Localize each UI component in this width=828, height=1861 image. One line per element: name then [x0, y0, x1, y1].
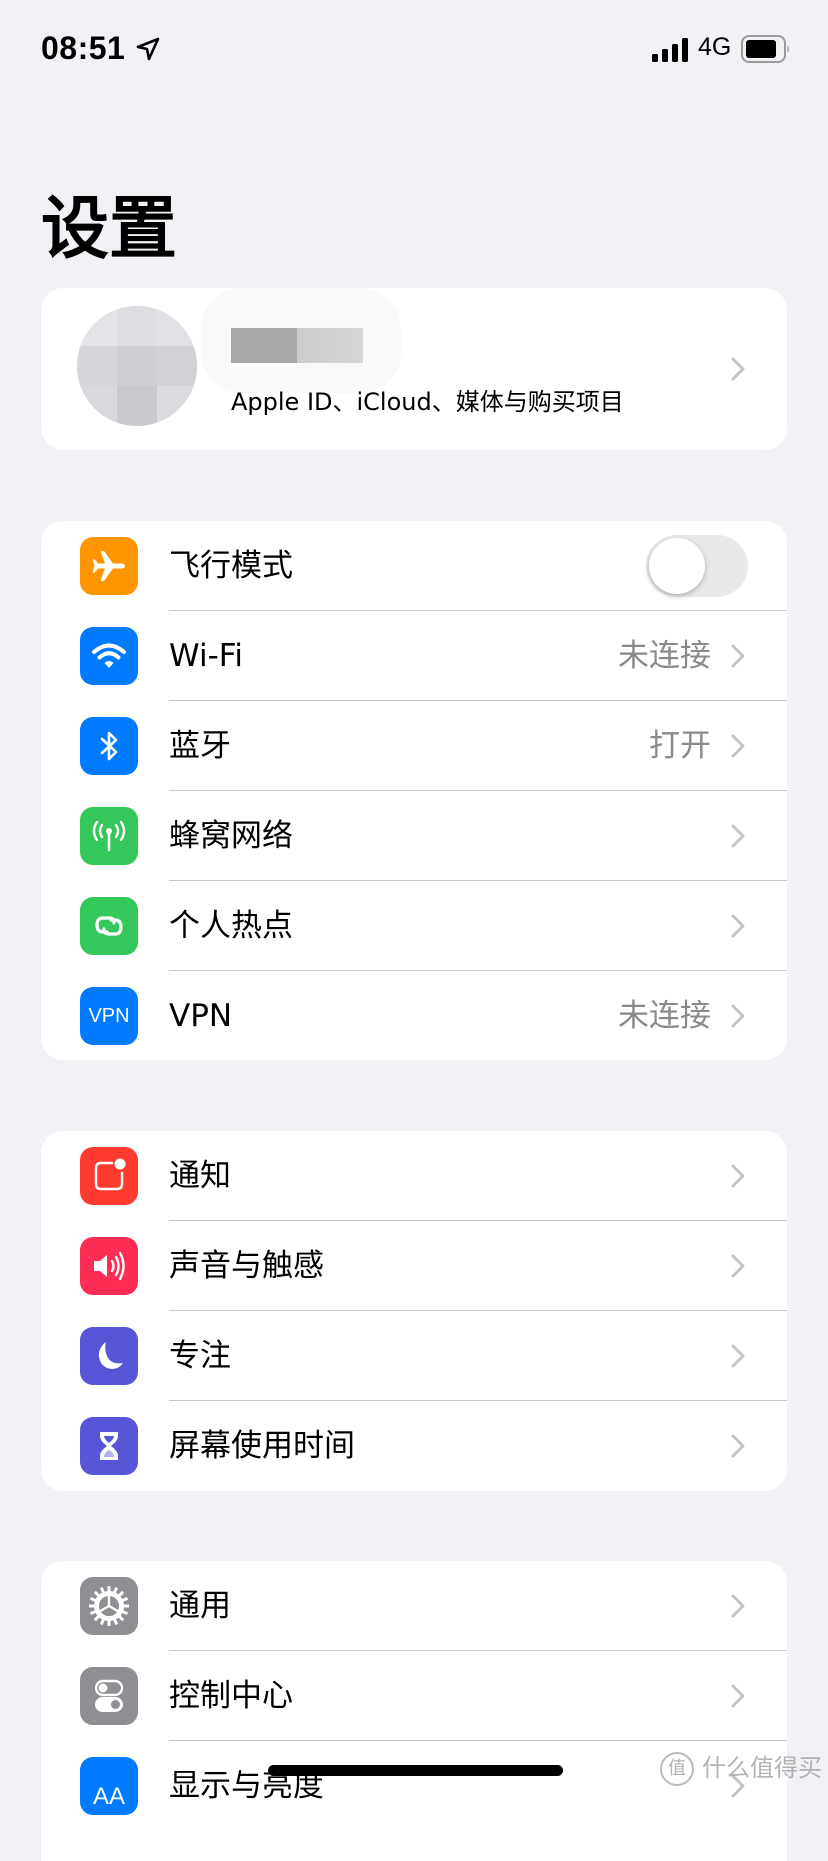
row-label: 控制中心: [169, 1678, 293, 1714]
row-label: 显示与亮度: [169, 1768, 324, 1804]
chevron-right-icon: [731, 1434, 745, 1458]
speaker-icon: [80, 1237, 138, 1295]
chevron-right-icon: [731, 1684, 745, 1708]
settings-row-sounds-haptics[interactable]: 声音与触感: [41, 1221, 787, 1311]
row-value: 未连接: [618, 638, 711, 674]
gear-icon: [80, 1577, 138, 1635]
settings-row-screen-time[interactable]: 屏幕使用时间: [41, 1401, 787, 1491]
settings-row-notifications[interactable]: 通知: [41, 1131, 787, 1221]
chevron-right-icon: [731, 644, 745, 668]
row-label: 屏幕使用时间: [169, 1428, 355, 1464]
page-title: 设置: [41, 190, 178, 269]
settings-row-focus[interactable]: 专注: [41, 1311, 787, 1401]
row-label: 通用: [169, 1588, 231, 1624]
notification-icon: [80, 1147, 138, 1205]
cellular-antenna-icon: [80, 807, 138, 865]
wifi-icon: [80, 627, 138, 685]
location-arrow-icon: [136, 37, 160, 61]
status-bar: 08:51 4G: [0, 0, 828, 100]
row-label: 蜂窝网络: [169, 818, 293, 854]
settings-row-control-center[interactable]: 控制中心: [41, 1651, 787, 1741]
status-time: 08:51: [41, 30, 126, 66]
row-label: 个人热点: [169, 908, 293, 944]
settings-row-bluetooth[interactable]: 蓝牙 打开: [41, 701, 787, 791]
row-label: 飞行模式: [169, 548, 293, 584]
text-size-icon: AA: [80, 1757, 138, 1815]
row-label: 专注: [169, 1338, 231, 1374]
airplane-mode-toggle[interactable]: [646, 535, 748, 597]
row-label: 蓝牙: [169, 728, 231, 764]
apple-id-card[interactable]: Apple ID、iCloud、媒体与购买项目: [41, 288, 787, 450]
cellular-signal-icon: [652, 38, 688, 62]
row-value: 未连接: [618, 998, 711, 1034]
vpn-icon: VPN: [80, 987, 138, 1045]
row-label: 声音与触感: [169, 1248, 324, 1284]
settings-section-general: 通用 控制中心 AA 显示与亮度: [41, 1561, 787, 1861]
row-value: 打开: [649, 728, 711, 764]
toggle-knob: [649, 538, 705, 594]
settings-row-vpn[interactable]: VPN VPN 未连接: [41, 971, 787, 1060]
apple-id-subtitle: Apple ID、iCloud、媒体与购买项目: [231, 388, 624, 416]
chevron-right-icon: [731, 1344, 745, 1368]
chevron-right-icon: [731, 824, 745, 848]
chevron-right-icon: [731, 357, 745, 381]
chevron-right-icon: [731, 914, 745, 938]
home-indicator[interactable]: [268, 1765, 563, 1776]
settings-row-wifi[interactable]: Wi-Fi 未连接: [41, 611, 787, 701]
switches-icon: [80, 1667, 138, 1725]
hotspot-link-icon: [80, 897, 138, 955]
network-type: 4G: [698, 33, 732, 61]
chevron-right-icon: [731, 734, 745, 758]
row-label: 通知: [169, 1158, 231, 1194]
settings-row-personal-hotspot[interactable]: 个人热点: [41, 881, 787, 971]
account-name-blurred: [231, 328, 363, 363]
moon-icon: [80, 1327, 138, 1385]
settings-row-general[interactable]: 通用: [41, 1561, 787, 1651]
chevron-right-icon: [731, 1004, 745, 1028]
airplane-icon: [80, 537, 138, 595]
chevron-right-icon: [731, 1594, 745, 1618]
row-label: VPN: [169, 998, 233, 1034]
hourglass-icon: [80, 1417, 138, 1475]
watermark-logo: 值: [660, 1752, 694, 1786]
settings-row-airplane-mode[interactable]: 飞行模式: [41, 521, 787, 611]
chevron-right-icon: [731, 1254, 745, 1278]
settings-row-cellular[interactable]: 蜂窝网络: [41, 791, 787, 881]
chevron-right-icon: [731, 1164, 745, 1188]
settings-section-connectivity: 飞行模式 Wi-Fi 未连接 蓝牙 打开 蜂窝网络 个人热点 VPN VPN 未…: [41, 521, 787, 1060]
avatar: [77, 306, 197, 426]
battery-icon: [741, 35, 789, 63]
watermark-text: 什么值得买: [702, 1754, 822, 1782]
watermark: 值什么值得买: [660, 1748, 822, 1786]
row-label: Wi-Fi: [169, 638, 243, 674]
settings-section-notifications: 通知 声音与触感 专注 屏幕使用时间: [41, 1131, 787, 1491]
bluetooth-icon: [80, 717, 138, 775]
